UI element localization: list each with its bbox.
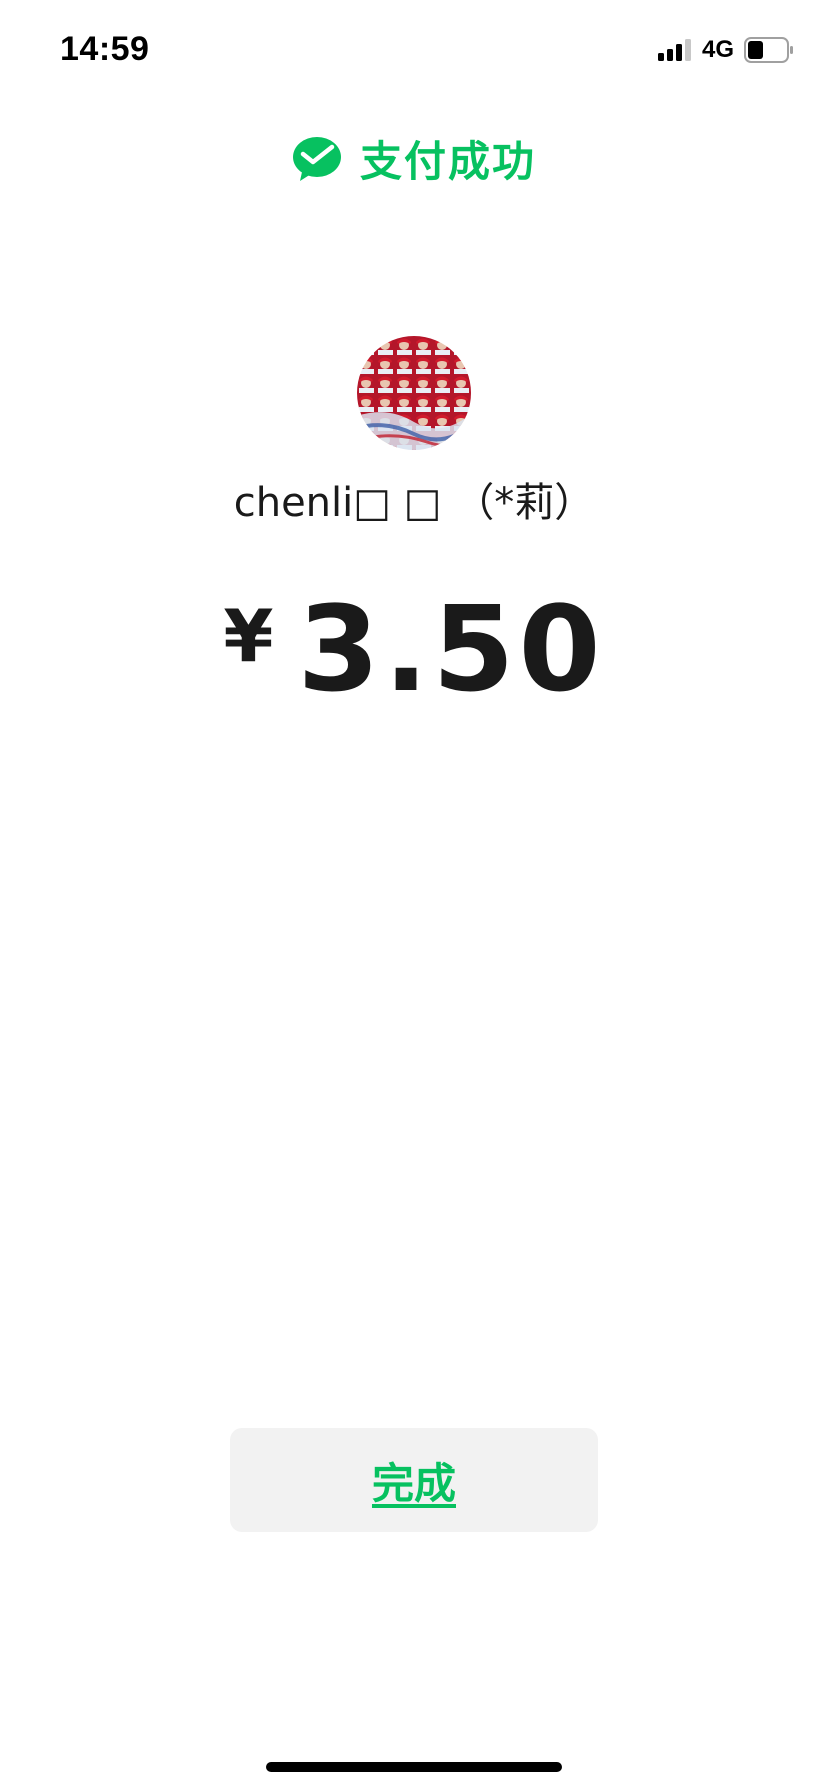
home-indicator[interactable] (266, 1762, 562, 1772)
currency-symbol: ¥ (223, 594, 274, 678)
done-button-label: 完成 (371, 1458, 456, 1508)
network-label: 4G (701, 36, 734, 63)
avatar-image (357, 336, 471, 450)
battery-icon (744, 37, 793, 63)
status-time: 14:59 (60, 30, 150, 68)
status-bar: 14:59 4G (0, 0, 828, 100)
success-header: 支付成功 (0, 128, 828, 189)
signal-bars-icon (657, 39, 691, 61)
payment-amount: 3.50 (297, 580, 605, 718)
payment-success-screen: 14:59 4G 支付成功 chenli□ □ （*莉） ¥ 3.50 完成 (0, 0, 828, 1792)
payee-avatar (357, 336, 471, 450)
payee-name: chenli□ □ （*莉） (233, 480, 595, 526)
status-indicators: 4G (657, 36, 794, 64)
amount-row: ¥ 3.50 (0, 590, 828, 708)
wechat-pay-check-icon (292, 136, 341, 181)
done-button[interactable]: 完成 (230, 1428, 598, 1532)
page-title: 支付成功 (359, 137, 536, 186)
